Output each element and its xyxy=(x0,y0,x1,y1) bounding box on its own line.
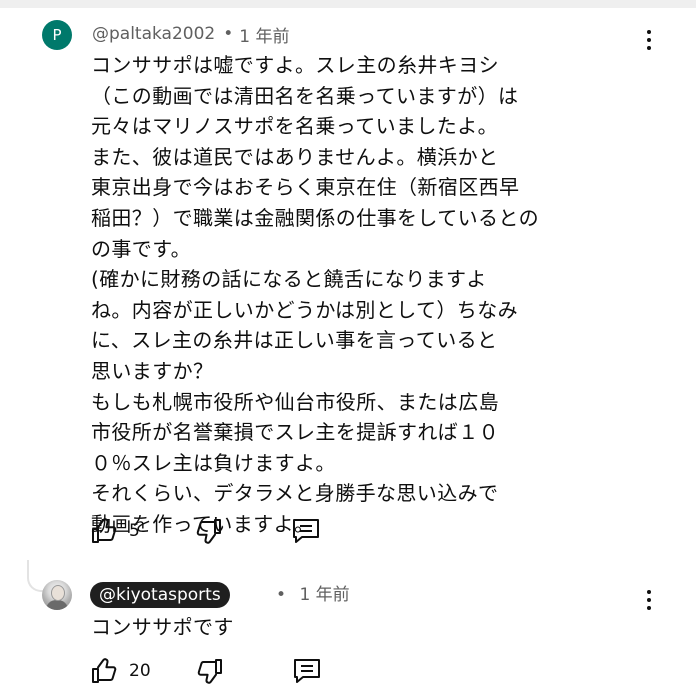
reply-timestamp[interactable]: 1 年前 xyxy=(299,585,349,605)
separator-dot: • xyxy=(223,24,234,44)
like-count: 20 xyxy=(129,661,151,681)
comment-timestamp[interactable]: 1 年前 xyxy=(239,22,289,47)
comment-line: 市役所が名誉棄損でスレ主を提訴すれば１０ xyxy=(91,420,499,445)
more-vert-icon[interactable] xyxy=(641,588,657,612)
comment-line: コンササポは嘘ですよ。スレ主の糸井キヨシ xyxy=(91,53,499,77)
comment-line: 東京出身で今はおそらく東京在住（新宿区西早 xyxy=(91,175,520,200)
avatar[interactable]: P xyxy=(42,20,72,50)
comment-line: (確かに財務の話になると饒舌になりますよ xyxy=(91,267,487,292)
comment-text: コンササポは嘘ですよ。スレ主の糸井キヨシ （この動画では清田名を名乗っていますが… xyxy=(91,50,651,540)
comment-thread: P @paltaka2002 • 1 年前 コンササポは嘘ですよ。スレ主の糸井キ… xyxy=(0,0,696,696)
comment-actions: 5 xyxy=(89,515,322,547)
comment-line: に、スレ主の糸井は正しい事を言っていると xyxy=(91,328,498,353)
comment-line: 稲田？）で職業は金融関係の仕事をしているとの xyxy=(91,205,539,230)
top-divider xyxy=(0,0,696,8)
reply-text: コンササポです xyxy=(91,615,234,639)
like-count: 5 xyxy=(129,521,140,541)
avatar[interactable] xyxy=(42,580,72,610)
comment-line: の事です。 xyxy=(91,236,191,261)
reply-actions: 20 xyxy=(89,655,323,687)
comment-line: ね。内容が正しいかどうかは別として）ちなみ xyxy=(91,297,518,322)
comment-line: （この動画では清田名を名乗っていますが）は xyxy=(91,83,519,108)
comment-header: @paltaka2002 • 1 年前 xyxy=(92,21,290,47)
comment-line: もしも札幌市役所や仙台市役所、または広島 xyxy=(91,389,499,414)
comment-line: それくらい、デタラメと身勝手な思い込みで xyxy=(91,481,499,506)
thumbs-up-icon[interactable] xyxy=(89,655,121,687)
comment-icon[interactable] xyxy=(290,515,322,547)
comment-line: 元々はマリノスサポを名乗っていましたよ。 xyxy=(91,114,498,139)
comment-line: また、彼は道民ではありませんよ。横浜かと xyxy=(91,144,499,169)
comment-line: 思いますか？ xyxy=(91,358,214,383)
creator-handle-badge[interactable]: @kiyotasports xyxy=(90,582,230,608)
reply-meta: • 1 年前 xyxy=(276,582,350,608)
thumbs-up-icon[interactable] xyxy=(89,515,121,547)
author-handle[interactable]: @paltaka2002 xyxy=(92,24,215,44)
separator-dot: • xyxy=(276,585,287,605)
comment-icon[interactable] xyxy=(291,655,323,687)
thumbs-down-icon[interactable] xyxy=(193,655,225,687)
more-vert-icon[interactable] xyxy=(641,28,657,52)
thumbs-down-icon[interactable] xyxy=(192,515,224,547)
comment-line: ０％スレ主は負けますよ。 xyxy=(91,450,336,475)
